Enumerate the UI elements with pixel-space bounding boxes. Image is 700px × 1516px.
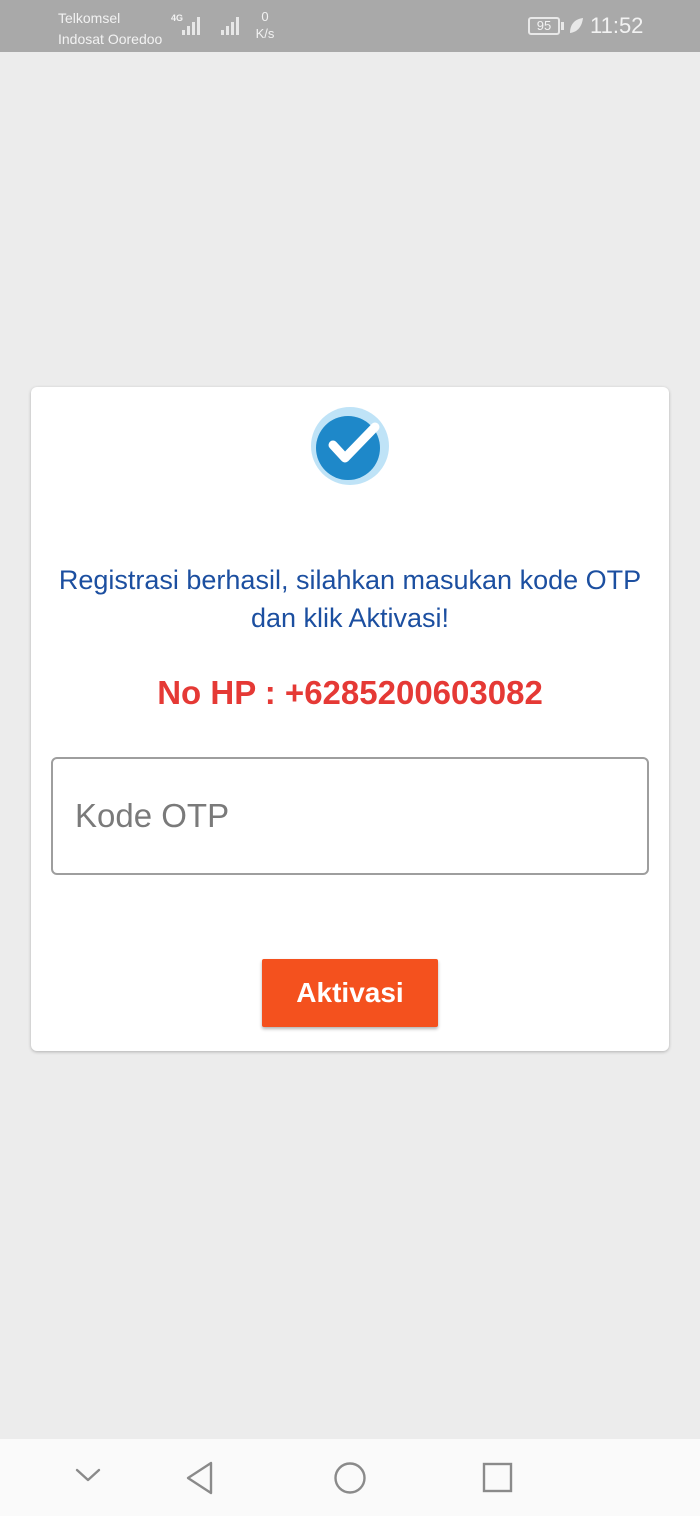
nav-bar	[0, 1439, 700, 1516]
signal-icon	[221, 17, 239, 35]
otp-input[interactable]	[51, 757, 649, 875]
recents-icon[interactable]	[481, 1461, 515, 1495]
network-speed: 0 K/s	[254, 8, 276, 42]
battery-level: 95	[536, 18, 552, 33]
back-icon[interactable]	[184, 1461, 216, 1495]
carrier-names: Telkomsel Indosat Ooredoo	[58, 8, 162, 50]
signal-icon	[182, 17, 200, 35]
battery-icon: 95	[528, 17, 560, 35]
clock: 11:52	[590, 13, 644, 38]
otp-dialog: Registrasi berhasil, silahkan masukan ko…	[31, 387, 669, 1051]
home-icon[interactable]	[333, 1461, 367, 1495]
speed-value: 0	[261, 9, 269, 24]
carrier-2: Indosat Ooredoo	[58, 31, 163, 47]
carrier-1: Telkomsel	[58, 10, 121, 26]
check-circle-icon	[311, 407, 389, 485]
leaf-icon	[570, 18, 583, 33]
chevron-down-icon[interactable]	[74, 1461, 102, 1489]
speed-unit: K/s	[255, 26, 275, 41]
aktivasi-button[interactable]: Aktivasi	[262, 959, 438, 1027]
phone-number: No HP : +6285200603082	[157, 674, 543, 711]
status-bar: Telkomsel Indosat Ooredoo 4G 0 K/s 95 11…	[0, 0, 700, 52]
battery-tip	[561, 22, 564, 30]
success-message: Registrasi berhasil, silahkan masukan ko…	[58, 565, 642, 633]
